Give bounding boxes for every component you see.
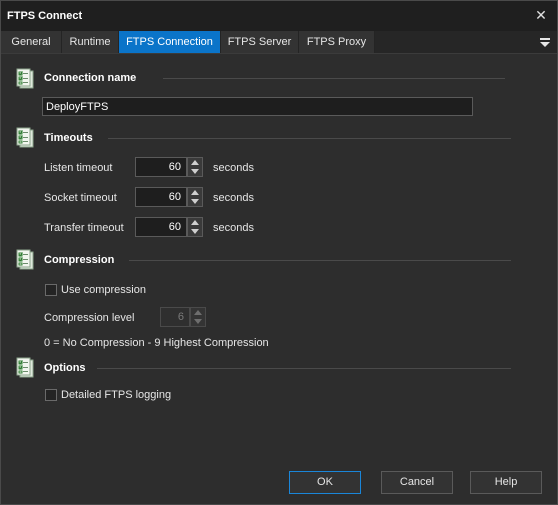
tab-bar: General Runtime FTPS Connection FTPS Ser…	[1, 31, 557, 54]
title-bar: FTPS Connect ✕	[1, 1, 557, 31]
window-title: FTPS Connect	[7, 10, 83, 22]
compression-level-value: 6	[160, 307, 190, 327]
tab-content: Connection name Timeouts Listen timeout …	[1, 54, 557, 464]
tab-ftps-connection[interactable]: FTPS Connection	[119, 31, 221, 53]
listen-timeout-label: Listen timeout	[44, 162, 113, 174]
checklist-icon	[16, 357, 36, 379]
use-compression-checkbox[interactable]	[45, 284, 57, 296]
checklist-icon	[16, 127, 36, 149]
spin-down-icon[interactable]	[188, 197, 202, 206]
checklist-icon	[16, 249, 36, 271]
ok-button[interactable]: OK	[289, 471, 361, 494]
spin-down-icon	[191, 317, 205, 326]
tab-ftps-server[interactable]: FTPS Server	[221, 31, 299, 53]
tab-runtime[interactable]: Runtime	[62, 31, 119, 53]
transfer-timeout-value[interactable]: 60	[135, 217, 187, 237]
socket-timeout-value[interactable]: 60	[135, 187, 187, 207]
compression-level-spinner: 6	[160, 307, 206, 327]
compression-level-label: Compression level	[44, 312, 135, 324]
section-divider	[108, 138, 511, 139]
cancel-button[interactable]: Cancel	[381, 471, 453, 494]
listen-timeout-spinner[interactable]: 60	[135, 157, 203, 177]
section-title-timeouts: Timeouts	[44, 132, 93, 144]
help-button[interactable]: Help	[470, 471, 542, 494]
dialog-window: FTPS Connect ✕ General Runtime FTPS Conn…	[0, 0, 558, 505]
spin-up-icon[interactable]	[188, 218, 202, 227]
socket-timeout-label: Socket timeout	[44, 192, 117, 204]
spin-down-icon[interactable]	[188, 167, 202, 176]
socket-timeout-spinner[interactable]: 60	[135, 187, 203, 207]
close-icon[interactable]: ✕	[534, 7, 548, 23]
checklist-icon	[16, 68, 36, 90]
spin-up-icon[interactable]	[188, 188, 202, 197]
transfer-timeout-unit: seconds	[213, 222, 254, 234]
section-divider	[97, 368, 511, 369]
detailed-logging-checkbox[interactable]	[45, 389, 57, 401]
section-divider	[129, 260, 511, 261]
spin-up-icon	[191, 308, 205, 317]
section-title-connection: Connection name	[44, 72, 137, 84]
detailed-logging-label[interactable]: Detailed FTPS logging	[61, 389, 171, 401]
section-divider	[163, 78, 505, 79]
spin-down-icon[interactable]	[188, 227, 202, 236]
use-compression-label[interactable]: Use compression	[61, 284, 146, 296]
connection-name-input[interactable]	[42, 97, 473, 116]
transfer-timeout-spinner[interactable]: 60	[135, 217, 203, 237]
socket-timeout-unit: seconds	[213, 192, 254, 204]
transfer-timeout-label: Transfer timeout	[44, 222, 124, 234]
listen-timeout-unit: seconds	[213, 162, 254, 174]
tab-ftps-proxy[interactable]: FTPS Proxy	[299, 31, 375, 53]
tab-general[interactable]: General	[1, 31, 62, 53]
listen-timeout-value[interactable]: 60	[135, 157, 187, 177]
compression-hint: 0 = No Compression - 9 Highest Compressi…	[44, 337, 269, 349]
spin-up-icon[interactable]	[188, 158, 202, 167]
tab-menu-icon[interactable]	[539, 35, 551, 49]
section-title-options: Options	[44, 362, 86, 374]
section-title-compression: Compression	[44, 254, 115, 266]
